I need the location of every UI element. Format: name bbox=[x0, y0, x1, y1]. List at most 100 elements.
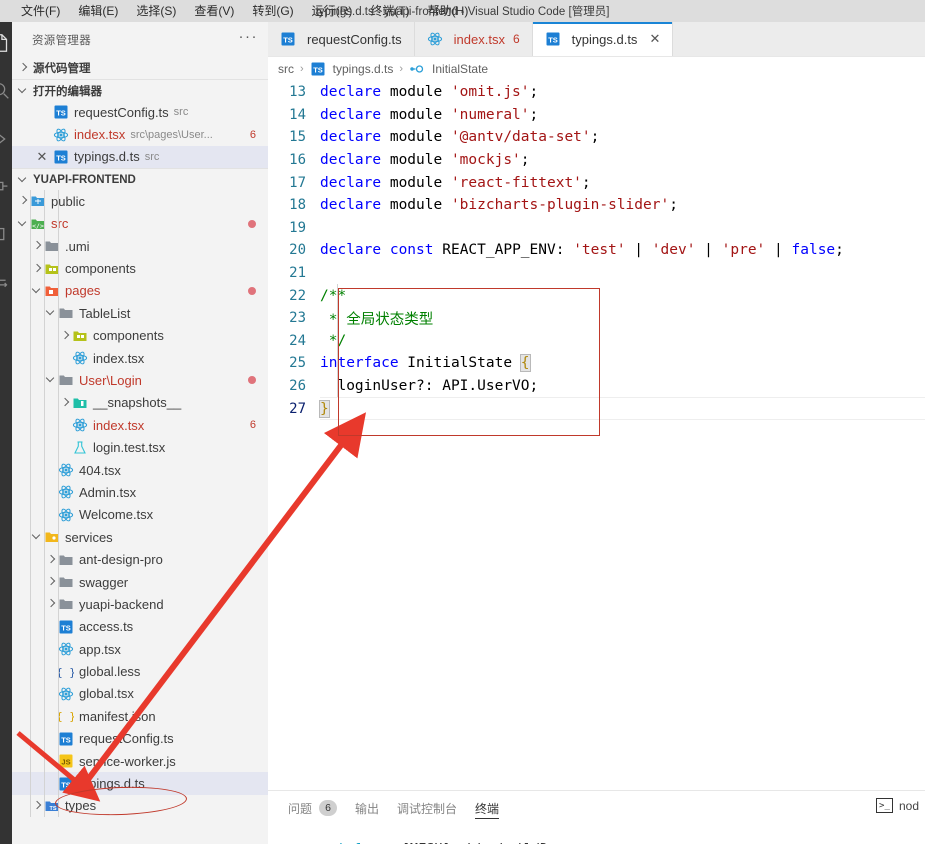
close-icon[interactable]: ✕ bbox=[649, 31, 660, 47]
explorer-header: 资源管理器 ··· bbox=[12, 22, 268, 57]
panel-tab-3[interactable]: 终端 bbox=[475, 791, 500, 825]
menu-item-5[interactable]: 运行(R) bbox=[303, 1, 362, 21]
breadcrumb-item[interactable]: src bbox=[278, 62, 294, 76]
menu-item-3[interactable]: 查看(V) bbox=[185, 1, 243, 21]
tree-file-item[interactable]: JS service-worker.js bbox=[12, 750, 268, 772]
open-editor-item[interactable]: ✕ TS typings.d.ts src bbox=[12, 145, 268, 169]
search-icon[interactable] bbox=[0, 80, 12, 102]
tree-file-item[interactable]: global.tsx bbox=[12, 683, 268, 705]
code-line[interactable]: 19 bbox=[268, 217, 925, 240]
code-line[interactable]: 20 declare const REACT_APP_ENV: 'test' | … bbox=[268, 239, 925, 262]
tree-folder-item[interactable]: yuapi-backend bbox=[12, 593, 268, 615]
tree-folder-item[interactable]: ant-design-pro bbox=[12, 548, 268, 570]
tree-file-item[interactable]: Admin.tsx bbox=[12, 481, 268, 503]
code-line[interactable]: 17 declare module 'react-fittext'; bbox=[268, 171, 925, 194]
code-line-text: declare module 'react-fittext'; bbox=[320, 175, 591, 191]
close-icon[interactable]: ✕ bbox=[34, 149, 50, 165]
tree-file-item[interactable]: index.tsx 6 bbox=[12, 414, 268, 436]
editor-tab-index-tsx[interactable]: index.tsx 6 bbox=[414, 22, 533, 56]
svg-text:TS: TS bbox=[61, 623, 71, 632]
code-token: 'numeral' bbox=[450, 106, 530, 123]
editor-tab-typings-d-ts[interactable]: TS typings.d.ts ✕ bbox=[532, 22, 674, 56]
breadcrumb-item[interactable]: InitialState bbox=[432, 62, 488, 76]
explorer-icon[interactable] bbox=[0, 32, 12, 54]
panel-tab-1[interactable]: 输出 bbox=[355, 791, 379, 825]
json-file-icon: { } bbox=[58, 708, 74, 724]
open-editor-item[interactable]: TS requestConfig.ts src bbox=[12, 101, 268, 123]
tree-file-item[interactable]: TS access.ts bbox=[12, 616, 268, 638]
code-line-text: declare const REACT_APP_ENV: 'test' | 'd… bbox=[320, 242, 844, 258]
react-file-icon bbox=[53, 127, 69, 143]
panel-tab-label: 终端 bbox=[475, 801, 500, 816]
tree-file-item[interactable]: { } global.less bbox=[12, 660, 268, 682]
extensions-icon[interactable] bbox=[0, 224, 12, 246]
code-token: declare bbox=[320, 197, 382, 214]
code-editor[interactable]: 13 declare module 'omit.js'; 14 declare mod… bbox=[268, 81, 925, 844]
tree-folder-item[interactable]: components bbox=[12, 325, 268, 347]
panel-tab-2[interactable]: 调试控制台 bbox=[397, 791, 457, 825]
line-number: 26 bbox=[289, 378, 306, 395]
line-number: 15 bbox=[289, 129, 306, 146]
menu-item-1[interactable]: 编辑(E) bbox=[69, 1, 127, 21]
code-line-text: } bbox=[319, 399, 330, 418]
open-editor-item[interactable]: index.tsx src\pages\User... 6 bbox=[12, 123, 268, 145]
tree-folder-item[interactable]: swagger bbox=[12, 571, 268, 593]
sync-icon[interactable] bbox=[0, 272, 12, 294]
tree-folder-item[interactable]: components bbox=[12, 257, 268, 279]
sidebar-section-open-editors[interactable]: 打开的编辑器 bbox=[12, 79, 268, 101]
code-line[interactable]: 18 declare module 'bizcharts-plugin-slide… bbox=[268, 194, 925, 217]
tree-file-item[interactable]: 404.tsx bbox=[12, 459, 268, 481]
activity-bar[interactable] bbox=[0, 22, 12, 844]
tree-file-item[interactable]: app.tsx bbox=[12, 638, 268, 660]
menu-item-4[interactable]: 转到(G) bbox=[243, 1, 302, 21]
panel-tab-0[interactable]: 问题 6 bbox=[288, 791, 338, 825]
tree-folder-item[interactable]: User\Login bbox=[12, 369, 268, 391]
tree-folder-item[interactable]: </> src bbox=[12, 213, 268, 235]
explorer-more-actions-icon[interactable]: ··· bbox=[239, 28, 259, 51]
tree-folder-item[interactable]: public bbox=[12, 190, 268, 212]
code-line[interactable]: 21 bbox=[268, 262, 925, 285]
tree-item-label: global.less bbox=[79, 664, 141, 680]
tree-folder-item[interactable]: .umi bbox=[12, 235, 268, 257]
tree-item-label: public bbox=[51, 193, 85, 209]
breadcrumb-item[interactable]: typings.d.ts bbox=[333, 62, 394, 76]
file-tree: public </> src .umi components pages TableList… bbox=[12, 190, 268, 818]
menu-item-6[interactable]: 终端(T) bbox=[361, 1, 418, 21]
tree-item-label: requestConfig.ts bbox=[79, 731, 174, 747]
line-number: 20 bbox=[289, 242, 306, 259]
breadcrumb[interactable]: src › TS typings.d.ts › InitialState bbox=[268, 57, 925, 80]
source-control-icon[interactable] bbox=[0, 128, 12, 150]
run-debug-icon[interactable] bbox=[0, 176, 12, 198]
code-line[interactable]: 13 declare module 'omit.js'; bbox=[268, 81, 925, 104]
sidebar-section-source-control[interactable]: 源代码管理 bbox=[12, 57, 268, 79]
terminal-selector[interactable]: >_ nod bbox=[875, 798, 919, 813]
tree-folder-item[interactable]: services bbox=[12, 526, 268, 548]
test-file-icon bbox=[72, 440, 88, 456]
tree-file-item[interactable]: index.tsx bbox=[12, 347, 268, 369]
code-token: | bbox=[695, 242, 722, 259]
code-line[interactable]: 15 declare module '@antv/data-set'; bbox=[268, 126, 925, 149]
tree-file-item[interactable]: TS requestConfig.ts bbox=[12, 728, 268, 750]
tree-item-label: User\Login bbox=[79, 372, 142, 388]
tree-folder-item[interactable]: __snapshots__ bbox=[12, 392, 268, 414]
tree-file-item[interactable]: Welcome.tsx bbox=[12, 504, 268, 526]
code-line[interactable]: 16 declare module 'mockjs'; bbox=[268, 149, 925, 172]
editor-tab-requestConfig-ts[interactable]: TS requestConfig.ts bbox=[268, 22, 415, 56]
tree-file-item[interactable]: login.test.tsx bbox=[12, 436, 268, 458]
menu-item-0[interactable]: 文件(F) bbox=[12, 1, 69, 21]
panel-tab-label: 输出 bbox=[355, 801, 380, 816]
sidebar-section-workspace[interactable]: YUAPI-FRONTEND bbox=[12, 168, 268, 190]
svg-text:TS: TS bbox=[49, 806, 56, 812]
menu-item-7[interactable]: 帮助(H) bbox=[419, 1, 478, 21]
tree-folder-item[interactable]: TableList bbox=[12, 302, 268, 324]
line-number: 19 bbox=[289, 219, 306, 236]
menu-item-2[interactable]: 选择(S) bbox=[127, 1, 185, 21]
tree-file-item[interactable]: { } manifest.json bbox=[12, 705, 268, 727]
code-line[interactable]: 14 declare module 'numeral'; bbox=[268, 104, 925, 127]
tree-folder-item[interactable]: pages bbox=[12, 280, 268, 302]
explorer-title: 资源管理器 bbox=[32, 34, 91, 47]
svg-text:TS: TS bbox=[61, 735, 71, 744]
line-number: 13 bbox=[289, 84, 306, 101]
code-line-text: declare module 'bizcharts-plugin-slider'… bbox=[320, 197, 678, 213]
code-token: module bbox=[381, 197, 451, 214]
